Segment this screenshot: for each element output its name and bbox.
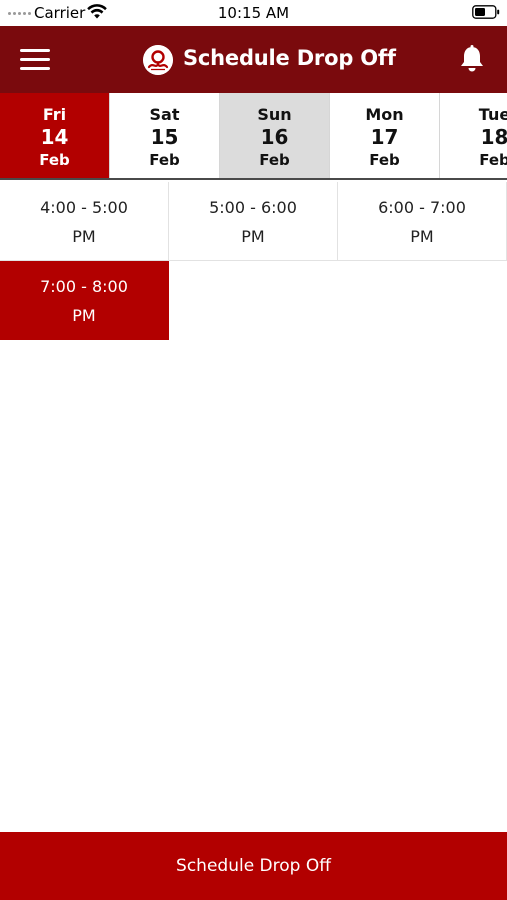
date-item-sat-15[interactable]: Sat 15 Feb — [110, 93, 220, 178]
notification-bell-icon[interactable] — [458, 44, 486, 74]
month-label: Feb — [39, 151, 70, 169]
time-slot-4pm[interactable]: 4:00 - 5:00 PM — [0, 182, 169, 261]
brand-logo-icon — [143, 45, 173, 75]
slot-period: PM — [410, 227, 434, 246]
time-slot-6pm[interactable]: 6:00 - 7:00 PM — [338, 182, 507, 261]
slot-time-range: 5:00 - 6:00 — [209, 198, 297, 217]
clock-time: 10:15 AM — [217, 4, 290, 22]
day-number: 18 — [480, 125, 507, 149]
day-number: 17 — [370, 125, 399, 149]
slot-time-range: 4:00 - 5:00 — [40, 198, 128, 217]
slot-time-range: 6:00 - 7:00 — [378, 198, 466, 217]
slot-time-range: 7:00 - 8:00 — [40, 277, 128, 296]
day-number: 16 — [260, 125, 289, 149]
date-item-mon-17[interactable]: Mon 17 Feb — [330, 93, 440, 178]
page-title: Schedule Drop Off — [183, 46, 396, 70]
day-number: 15 — [150, 125, 179, 149]
status-bar: Carrier 10:15 AM — [0, 0, 507, 26]
date-item-sun-16[interactable]: Sun 16 Feb — [220, 93, 330, 178]
month-label: Feb — [259, 151, 290, 169]
date-item-tue-18[interactable]: Tue 18 Feb — [440, 93, 507, 178]
day-of-week: Tue — [478, 105, 507, 124]
hamburger-menu-icon[interactable] — [20, 49, 50, 71]
time-slot-7pm[interactable]: 7:00 - 8:00 PM — [0, 261, 169, 340]
month-label: Feb — [149, 151, 180, 169]
slot-period: PM — [72, 227, 96, 246]
day-of-week: Sun — [257, 105, 292, 124]
month-label: Feb — [369, 151, 400, 169]
slot-period: PM — [241, 227, 265, 246]
time-slot-5pm[interactable]: 5:00 - 6:00 PM — [169, 182, 338, 261]
day-number: 14 — [40, 125, 69, 149]
date-selector: Fri 14 Feb Sat 15 Feb Sun 16 Feb Mon 17 … — [0, 93, 507, 180]
battery-icon — [472, 5, 500, 19]
date-item-fri-14[interactable]: Fri 14 Feb — [0, 93, 110, 178]
schedule-drop-off-button[interactable]: Schedule Drop Off — [0, 832, 507, 900]
day-of-week: Mon — [365, 105, 404, 124]
app-header: Schedule Drop Off — [0, 26, 507, 93]
slot-period: PM — [72, 306, 96, 325]
day-of-week: Sat — [149, 105, 180, 124]
month-label: Feb — [479, 151, 507, 169]
day-of-week: Fri — [42, 105, 67, 124]
